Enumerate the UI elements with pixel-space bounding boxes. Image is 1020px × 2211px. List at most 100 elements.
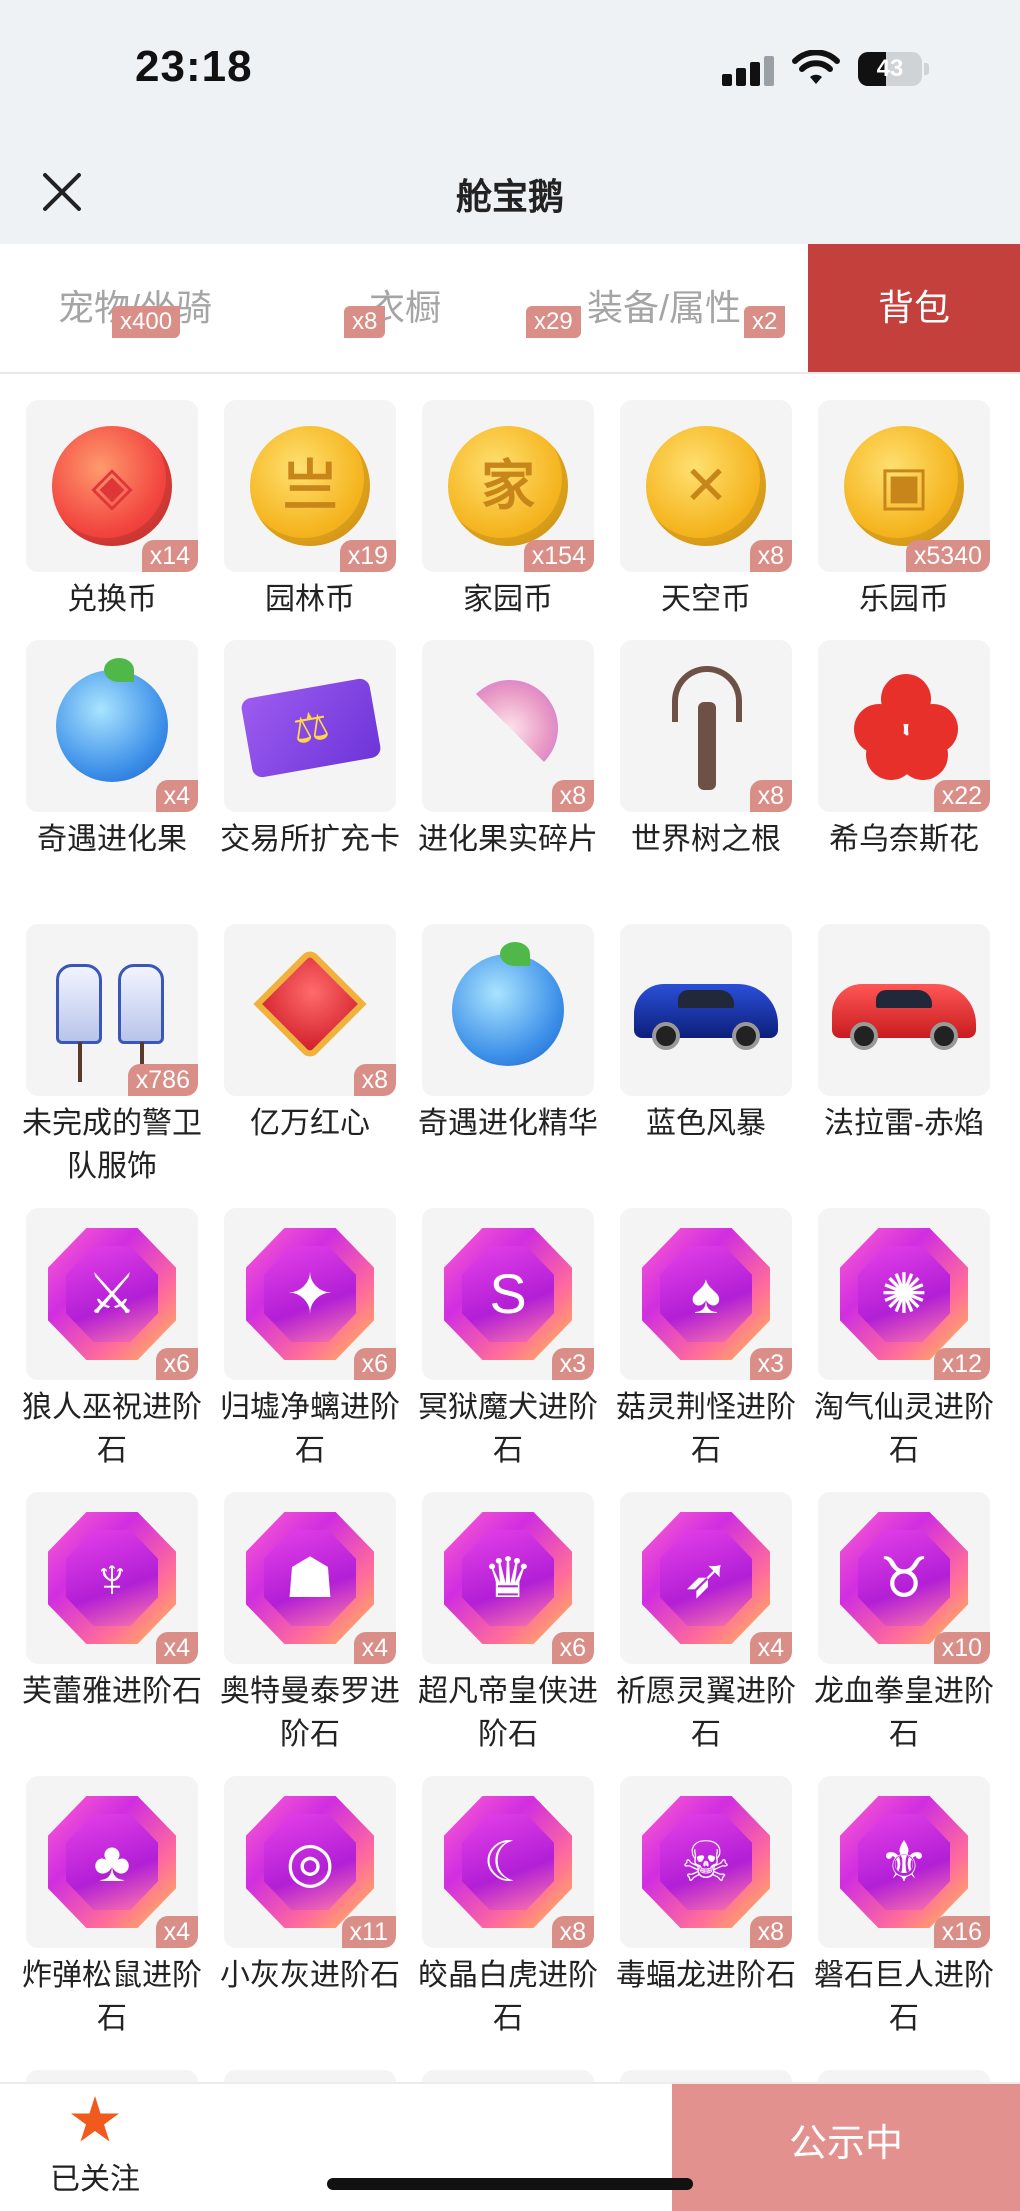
item-name: 芙蕾雅进阶石 — [22, 1675, 202, 1708]
item-name: 蓝色风暴 — [646, 1107, 766, 1140]
red-car-icon — [832, 984, 976, 1050]
item-name: 小灰灰进阶石 — [220, 1959, 400, 1992]
item-name: 乐园币 — [859, 583, 949, 616]
advancement-stone-icon: ⚜ — [840, 1796, 968, 1928]
quantity-badge: x154 — [523, 540, 594, 572]
follow-label: 已关注 — [50, 2163, 140, 2196]
bottom-bar: 已关注 公示中 — [0, 2082, 1020, 2211]
tab-pets-mounts[interactable]: 宠物/坐骑 x400 — [0, 244, 270, 372]
item-name: 淘气仙灵进阶石 — [814, 1391, 994, 1467]
advancement-stone-icon: ☗ — [246, 1512, 374, 1644]
item-name: 家园币 — [463, 583, 553, 616]
item-name: 希乌奈斯花 — [829, 823, 979, 856]
item-thumbnail: ♉ x10 — [818, 1492, 990, 1664]
quantity-badge: x11 — [341, 1916, 396, 1948]
quantity-badge: x4 — [155, 780, 198, 812]
item-thumbnail — [818, 924, 990, 1096]
advancement-stone-icon: ⚔ — [48, 1228, 176, 1360]
item-name: 菇灵荆怪进阶石 — [616, 1391, 796, 1467]
page-title: 舱宝鹅 — [455, 176, 564, 217]
item-thumbnail: 亗 x19 — [224, 400, 396, 572]
item-thumbnail: ◎ x11 — [224, 1776, 396, 1948]
fruit-fragment-icon — [462, 680, 558, 776]
red-heart-icon — [253, 947, 367, 1061]
item-name: 祈愿灵翼进阶石 — [616, 1675, 796, 1751]
item-name: 炸弹松鼠进阶石 — [22, 1959, 202, 2035]
quantity-badge: x22 — [933, 780, 990, 812]
item-thumbnail: ♆ x4 — [26, 1492, 198, 1664]
item-thumbnail: x4 — [26, 640, 198, 812]
tab-backpack[interactable]: 背包 — [808, 244, 1020, 372]
advancement-stone-icon: ♆ — [48, 1512, 176, 1644]
item-thumbnail: ♛ x6 — [422, 1492, 594, 1664]
guard-outfit-icon — [50, 944, 174, 1084]
tab-bar: 宠物/坐骑 x400 衣橱 x8 装备/属性 x29 x2 背包 — [0, 244, 1020, 374]
header-area: 23:18 43 舱宝鹅 — [0, 0, 1020, 244]
quantity-badge: x3 — [551, 1348, 594, 1380]
quantity-badge: x4 — [155, 1632, 198, 1664]
item-thumbnail: x8 — [224, 924, 396, 1096]
advancement-stone-icon: ♛ — [444, 1512, 572, 1644]
paradise-coin-icon: ▣ — [844, 426, 964, 546]
tab-count-badge: x29 — [526, 306, 581, 338]
item-name: 亿万红心 — [250, 1107, 370, 1140]
item-thumbnail: ➶ x4 — [620, 1492, 792, 1664]
advancement-stone-icon: ➶ — [642, 1512, 770, 1644]
home-indicator — [327, 2178, 693, 2190]
battery-level: 43 — [876, 55, 904, 82]
item-name: 未完成的警卫队服饰 — [22, 1107, 202, 1183]
gem-coin-icon: ◈ — [52, 426, 172, 546]
cellular-signal-icon — [722, 56, 774, 86]
quantity-badge: x6 — [353, 1348, 396, 1380]
wifi-icon — [792, 50, 840, 84]
quantity-badge: x10 — [933, 1632, 990, 1664]
tab-count-badge: x8 — [344, 306, 386, 338]
public-notice-button[interactable]: 公示中 — [672, 2084, 1020, 2211]
quantity-badge: x786 — [127, 1064, 198, 1096]
tab-wardrobe[interactable]: 衣橱 x8 — [270, 244, 540, 372]
item-name: 冥狱魔犬进阶石 — [418, 1391, 598, 1467]
quantity-badge: x5340 — [905, 540, 990, 572]
advancement-stone-icon: S — [444, 1228, 572, 1360]
garden-coin-icon: 亗 — [250, 426, 370, 546]
item-name: 兑换币 — [67, 583, 157, 616]
sky-coin-icon: ✕ — [646, 426, 766, 546]
quantity-badge: x6 — [155, 1348, 198, 1380]
item-thumbnail — [620, 924, 792, 1096]
follow-button[interactable]: 已关注 — [30, 2096, 160, 2206]
item-name: 磐石巨人进阶石 — [814, 1959, 994, 2035]
item-name: 园林币 — [265, 583, 355, 616]
item-name: 法拉雷-赤焰 — [824, 1107, 984, 1140]
battery-icon: 43 — [858, 52, 930, 86]
item-name: 龙血拳皇进阶石 — [814, 1675, 994, 1751]
item-name: 交易所扩充卡 — [220, 823, 400, 856]
quantity-badge: x3 — [749, 1348, 792, 1380]
item-thumbnail: x8 — [620, 640, 792, 812]
advancement-stone-icon: ☠ — [642, 1796, 770, 1928]
quantity-badge: x8 — [749, 1916, 792, 1948]
item-thumbnail: ⚜ x16 — [818, 1776, 990, 1948]
advancement-stone-icon: ♠ — [642, 1228, 770, 1360]
item-thumbnail: x786 — [26, 924, 198, 1096]
item-name: 狼人巫祝进阶石 — [22, 1391, 202, 1467]
item-thumbnail — [422, 924, 594, 1096]
item-thumbnail: ☠ x8 — [620, 1776, 792, 1948]
blue-car-icon — [634, 984, 778, 1050]
advancement-stone-icon: ♉ — [840, 1512, 968, 1644]
exchange-card-icon: ⚖ — [240, 677, 382, 779]
item-name: 毒蝠龙进阶石 — [616, 1959, 796, 1992]
quantity-badge: x19 — [339, 540, 396, 572]
advancement-stone-icon: ♣ — [48, 1796, 176, 1928]
advancement-stone-icon: ◎ — [246, 1796, 374, 1928]
quantity-badge: x14 — [141, 540, 198, 572]
item-name: 进化果实碎片 — [418, 823, 598, 856]
item-thumbnail: ⚖ — [224, 640, 396, 812]
tab-equipment[interactable]: 装备/属性 x29 x2 — [520, 244, 808, 372]
tab-label: 背包 — [877, 287, 950, 328]
item-thumbnail: 家 x154 — [422, 400, 594, 572]
item-thumbnail: ☗ x4 — [224, 1492, 396, 1664]
quantity-badge: x12 — [933, 1348, 990, 1380]
evolution-fruit-icon — [56, 658, 168, 782]
advancement-stone-icon: ✺ — [840, 1228, 968, 1360]
item-thumbnail: ☾ x8 — [422, 1776, 594, 1948]
